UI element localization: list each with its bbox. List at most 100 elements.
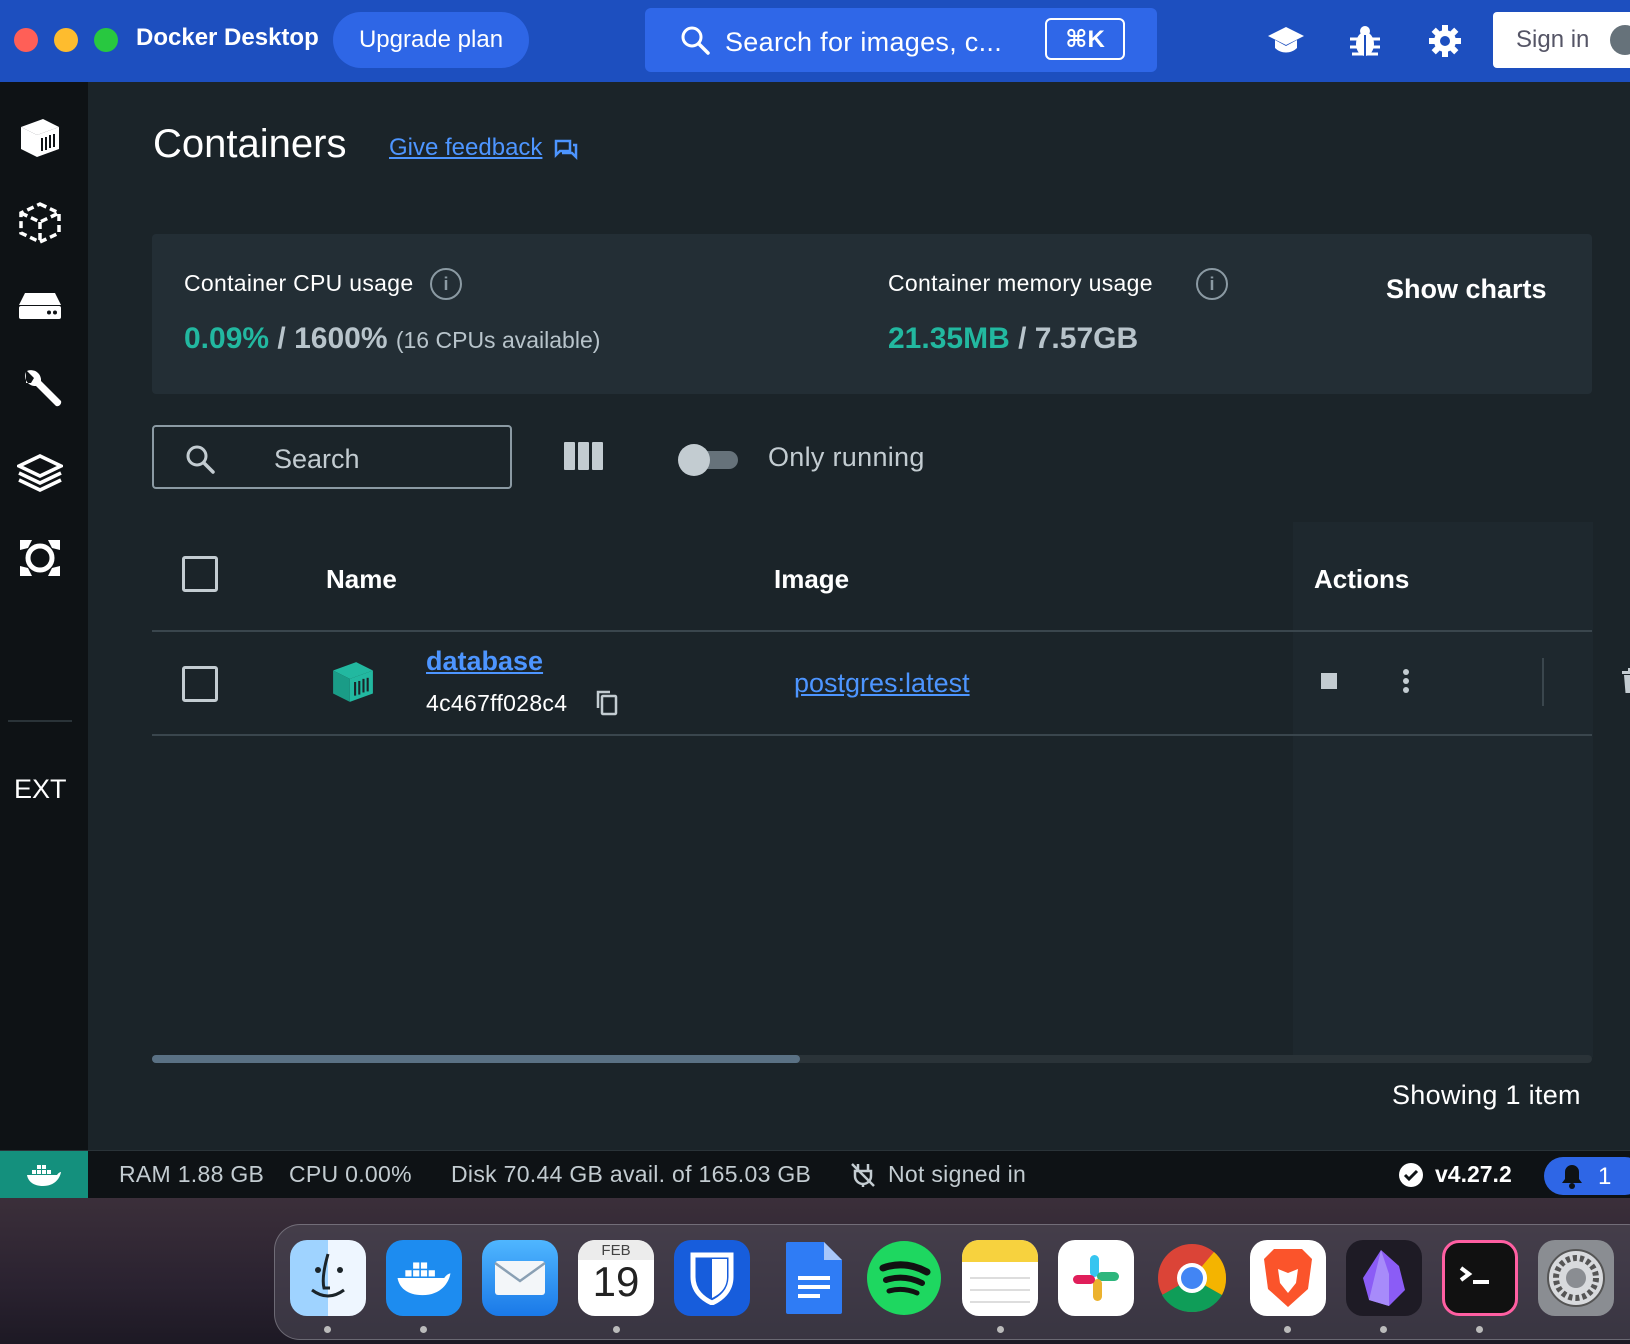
sign-in-status: Not signed in: [888, 1161, 1027, 1187]
column-header-image[interactable]: Image: [774, 564, 849, 595]
more-options-icon[interactable]: [1402, 668, 1410, 699]
cpu-info-icon[interactable]: i: [430, 268, 462, 300]
cpu-separator: /: [269, 322, 295, 355]
container-id: 4c467ff028c4: [426, 690, 568, 716]
docker-scout-icon: [20, 540, 60, 576]
search-icon: [679, 24, 711, 61]
sidebar-extensions-label[interactable]: EXT: [14, 774, 67, 805]
container-status-icon: [328, 660, 378, 709]
only-running-label: Only running: [768, 442, 925, 472]
disk-usage: Disk 70.44 GB avail. of 165.03 GB: [451, 1161, 812, 1187]
notes-icon[interactable]: [962, 1240, 1038, 1316]
volumes-icon: [19, 293, 61, 319]
bitwarden-icon[interactable]: [674, 1240, 750, 1316]
sidebar-item-images[interactable]: [14, 197, 66, 249]
running-indicator: [613, 1326, 620, 1333]
horizontal-scrollbar[interactable]: [152, 1055, 1592, 1063]
images-icon: [19, 202, 61, 244]
sidebar: EXT: [0, 82, 88, 1150]
bell-icon: [1560, 1163, 1584, 1196]
terminal-icon[interactable]: [1442, 1240, 1518, 1316]
delete-trash-icon[interactable]: [1622, 668, 1630, 699]
cpu-used: 0.09%: [184, 322, 270, 355]
minimize-window-button[interactable]: [54, 28, 78, 52]
cpu-usage-label: Container CPU usage: [184, 270, 414, 296]
sidebar-item-docker-scout[interactable]: [14, 532, 66, 584]
running-indicator: [1284, 1326, 1291, 1333]
sidebar-item-dev-environments[interactable]: [14, 364, 66, 416]
actions-divider: [1542, 658, 1544, 706]
table-header: Name Image Actions: [152, 522, 1592, 632]
wrench-icon: [25, 370, 62, 407]
upgrade-plan-button[interactable]: Upgrade plan: [333, 12, 529, 68]
settings-gear-icon[interactable]: [1424, 20, 1466, 62]
search-icon: [184, 443, 216, 480]
column-header-name[interactable]: Name: [326, 564, 397, 595]
column-header-actions: Actions: [1314, 564, 1410, 594]
container-name-link[interactable]: database: [426, 646, 543, 677]
notification-count: 1: [1598, 1163, 1612, 1190]
copy-icon[interactable]: [596, 690, 618, 721]
troubleshoot-bug-icon[interactable]: [1344, 20, 1386, 62]
calendar-icon[interactable]: FEB 19: [578, 1240, 654, 1316]
zoom-window-button[interactable]: [94, 28, 118, 52]
show-charts-button[interactable]: Show charts: [1386, 274, 1547, 305]
running-indicator: [1476, 1326, 1483, 1333]
select-all-checkbox[interactable]: [182, 556, 218, 592]
status-bar: RAM 1.88 GB CPU 0.00% Disk 70.44 GB avai…: [0, 1150, 1630, 1199]
sign-in-label: Sign in: [1516, 26, 1590, 53]
running-indicator: [997, 1326, 1004, 1333]
usage-stats-panel: Container CPU usage i 0.09% / 1600% (16 …: [152, 234, 1592, 394]
container-search-input[interactable]: Search: [152, 425, 512, 489]
obsidian-icon[interactable]: [1346, 1240, 1422, 1316]
running-indicator: [1380, 1326, 1387, 1333]
give-feedback-link[interactable]: Give feedback: [389, 134, 542, 162]
row-checkbox[interactable]: [182, 666, 218, 702]
sidebar-item-containers[interactable]: [14, 112, 66, 164]
scrollbar-thumb[interactable]: [152, 1055, 800, 1063]
memory-info-icon[interactable]: i: [1196, 268, 1228, 300]
slack-icon[interactable]: [1058, 1240, 1134, 1316]
system-settings-icon[interactable]: [1538, 1240, 1614, 1316]
cpu-usage: CPU 0.00%: [289, 1161, 412, 1187]
running-indicator: [324, 1326, 331, 1333]
avatar-icon: [1610, 25, 1630, 55]
google-docs-icon[interactable]: [776, 1240, 852, 1316]
not-signed-in-icon: [850, 1162, 876, 1193]
only-running-toggle[interactable]: [678, 444, 738, 476]
table-row[interactable]: database 4c467ff028c4 postgres:latest: [152, 632, 1630, 736]
cpu-note: (16 CPUs available): [395, 327, 601, 353]
close-window-button[interactable]: [14, 28, 38, 52]
update-check-icon: [1398, 1162, 1424, 1193]
sidebar-divider: [8, 720, 72, 722]
mail-icon[interactable]: [482, 1240, 558, 1316]
docker-icon[interactable]: [386, 1240, 462, 1316]
learning-center-icon[interactable]: [1265, 20, 1307, 62]
memory-total: 7.57GB: [1034, 322, 1139, 355]
global-search[interactable]: Search for images, c... ⌘K: [645, 8, 1157, 72]
containers-icon: [21, 119, 59, 157]
sidebar-item-builds[interactable]: [14, 448, 66, 500]
columns-toggle-icon[interactable]: [564, 442, 604, 475]
engine-status-button[interactable]: [0, 1151, 88, 1199]
chrome-icon[interactable]: [1154, 1240, 1230, 1316]
app-version[interactable]: v4.27.2: [1435, 1161, 1512, 1188]
sign-in-button[interactable]: Sign in: [1493, 12, 1630, 68]
calendar-day: 19: [592, 1258, 640, 1305]
calendar-month: FEB: [578, 1240, 654, 1260]
container-image-link[interactable]: postgres:latest: [794, 668, 970, 699]
notifications-button[interactable]: 1: [1544, 1157, 1630, 1195]
cpu-usage-value: 0.09% / 1600% (16 CPUs available): [184, 322, 600, 356]
sidebar-item-volumes[interactable]: [14, 280, 66, 332]
ram-usage: RAM 1.88 GB: [119, 1161, 265, 1187]
finder-icon[interactable]: [290, 1240, 366, 1316]
brave-icon[interactable]: [1250, 1240, 1326, 1316]
stop-icon[interactable]: [1320, 672, 1338, 695]
memory-usage-value: 21.35MB / 7.57GB: [888, 322, 1138, 356]
title-bar: Docker Desktop Upgrade plan Search for i…: [0, 0, 1630, 82]
running-indicator: [420, 1326, 427, 1333]
page-title: Containers: [153, 122, 347, 166]
main-content: Containers Give feedback Container CPU u…: [88, 82, 1630, 1150]
memory-usage-label: Container memory usage: [888, 270, 1153, 296]
spotify-icon[interactable]: [866, 1240, 942, 1316]
